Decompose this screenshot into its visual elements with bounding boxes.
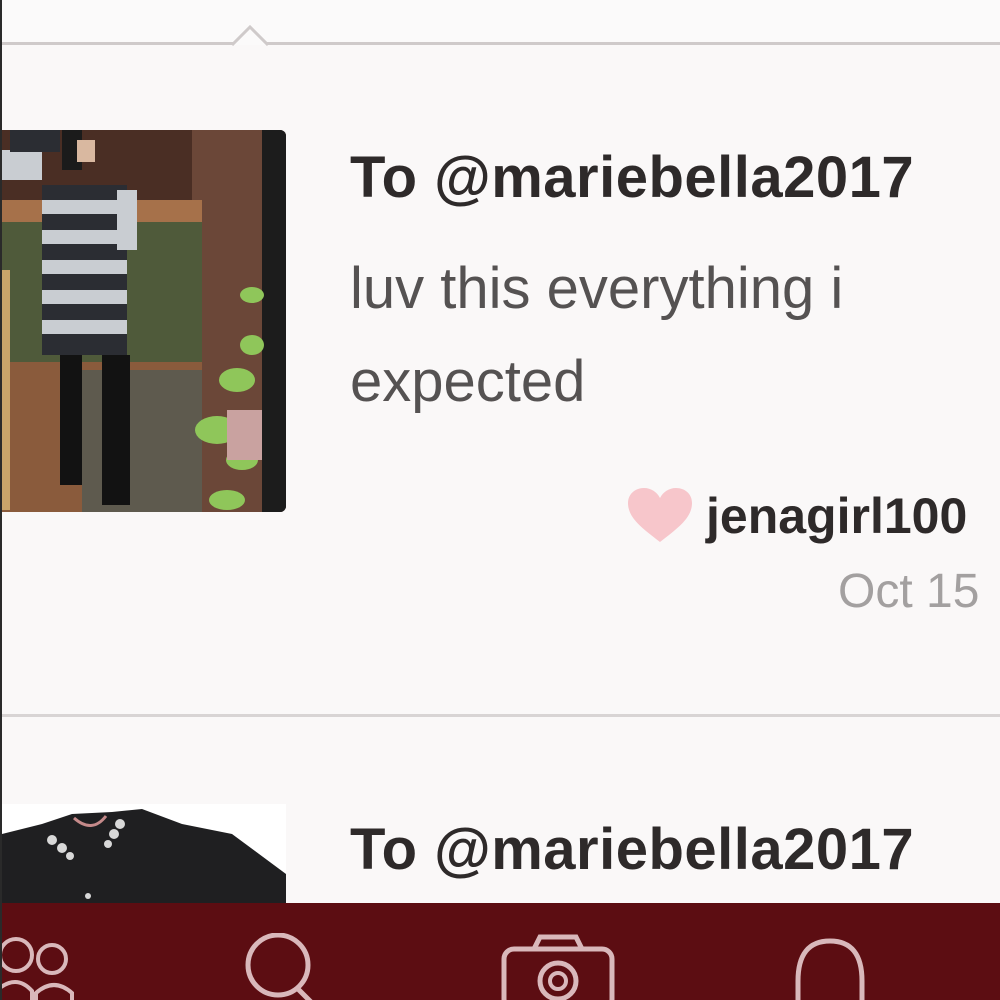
review-comment: luv this everything i expected [350,256,844,414]
nav-camera[interactable] [500,933,620,1000]
screen: To @mariebella2017 luv this everything i… [0,0,1000,1000]
author-username[interactable]: jenagirl100 [706,487,967,545]
review-card[interactable]: To @mariebella2017 luv this everything i… [2,46,1000,716]
review-divider [2,714,1000,717]
nav-notifications[interactable] [788,933,878,1000]
review-card[interactable]: To @mariebella2017 [2,720,1000,914]
people-icon [2,937,74,1000]
top-divider [2,42,1000,45]
nav-profile[interactable] [242,933,322,1000]
recipient-line[interactable]: To @mariebella2017 [350,144,914,211]
top-area [2,0,1000,44]
review-date: Oct 15 [838,565,980,618]
pointer-caret-icon [232,24,268,46]
bell-icon [795,938,865,1000]
camera-icon [501,934,615,1000]
nav-people[interactable] [2,933,82,1000]
heart-icon [628,488,692,542]
review-photo[interactable] [2,130,286,512]
mirror-selfie-image [2,130,286,512]
search-icon [245,933,313,1000]
review-photo[interactable] [2,804,286,914]
bottom-nav-bar [2,903,1000,1000]
recipient-line[interactable]: To @mariebella2017 [350,816,914,883]
review-author[interactable]: jenagirl100 [628,486,967,546]
black-top-image [2,804,286,914]
